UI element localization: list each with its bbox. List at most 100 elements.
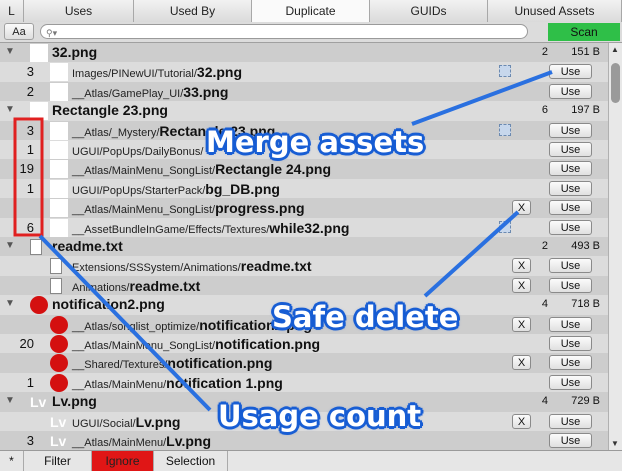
- group-name: readme.txt: [52, 238, 123, 254]
- duplicate-item-row[interactable]: __Shared/Textures/notification.png X Use: [0, 353, 608, 374]
- scrollbar-thumb[interactable]: [611, 63, 620, 103]
- duplicate-item-row[interactable]: 1 UGUI/PopUps/StarterPack/bg_DB.png Use: [0, 178, 608, 199]
- duplicate-item-row[interactable]: 1 __Atlas/MainMenu/notification 1.png Use: [0, 372, 608, 393]
- delete-button[interactable]: X: [512, 413, 531, 429]
- asset-path[interactable]: UGUI/PopUps/StarterPack/bg_DB.png: [72, 181, 280, 197]
- asset-path[interactable]: __Atlas/MainMenu_SongList/Rectangle 24.p…: [72, 161, 331, 177]
- asset-thumbnail-icon: [50, 258, 62, 275]
- duplicate-item-row[interactable]: 2 __Atlas/GamePlay_UI/33.png Use: [0, 81, 608, 102]
- delete-button[interactable]: X: [512, 316, 531, 332]
- asset-file: 33.png: [183, 83, 229, 100]
- usage-count: 6: [26, 219, 34, 235]
- duplicate-item-row[interactable]: 3 Images/PINewUI/Tutorial/32.png Use: [0, 62, 608, 83]
- delete-button[interactable]: X: [512, 200, 531, 216]
- asset-path[interactable]: __Shared/Textures/notification.png: [72, 355, 272, 371]
- select-object-icon[interactable]: [499, 123, 511, 136]
- asset-path[interactable]: UGUI/Social/Lv.png: [72, 414, 180, 430]
- expand-triangle-icon[interactable]: ▼: [5, 104, 15, 115]
- group-size: 197 B: [571, 104, 600, 117]
- use-button[interactable]: Use: [549, 219, 592, 235]
- expand-triangle-icon[interactable]: ▼: [5, 46, 15, 57]
- use-button[interactable]: Use: [549, 413, 592, 429]
- use-button[interactable]: Use: [549, 180, 592, 196]
- use-button[interactable]: Use: [549, 64, 592, 80]
- asset-path[interactable]: Images/PINewUI/Tutorial/32.png: [72, 64, 242, 80]
- asset-thumbnail-icon: [30, 296, 48, 315]
- delete-button[interactable]: X: [512, 355, 531, 371]
- duplicate-item-row[interactable]: 20 __Atlas/MainMenu_SongList/notification…: [0, 334, 608, 354]
- group-count: 2: [541, 46, 548, 58]
- bottom-filter-button[interactable]: Filter: [24, 451, 92, 471]
- duplicate-item-row[interactable]: Extensions/SSSystem/Animations/readme.tx…: [0, 256, 608, 277]
- use-button[interactable]: Use: [549, 122, 592, 138]
- use-button[interactable]: Use: [549, 355, 592, 371]
- asset-folder: __Atlas/GamePlay_UI/: [72, 87, 184, 100]
- asset-folder: Animations/: [72, 281, 130, 294]
- select-object-icon[interactable]: [499, 220, 511, 233]
- tab-used-by[interactable]: Used By: [134, 0, 252, 22]
- tab-duplicate[interactable]: Duplicate: [252, 0, 370, 22]
- asset-thumbnail-icon: [30, 239, 42, 255]
- asset-thumbnail-icon: [50, 82, 68, 101]
- scroll-down-icon[interactable]: ▼: [611, 439, 619, 448]
- search-input[interactable]: ⚲▾: [40, 24, 528, 39]
- asset-file: notification.png: [215, 336, 321, 352]
- asset-thumbnail-icon: [50, 141, 68, 159]
- asset-thumbnail-icon: [50, 121, 68, 140]
- asset-path[interactable]: __AssetBundleInGame/Effects/Textures/whi…: [72, 220, 349, 236]
- duplicate-item-row[interactable]: 19 __Atlas/MainMenu_SongList/Rectangle 24…: [0, 159, 608, 180]
- asset-path[interactable]: __Atlas/MainMenu_SongList/notification.p…: [72, 336, 320, 352]
- use-button[interactable]: Use: [549, 258, 592, 274]
- scan-button[interactable]: Scan: [548, 23, 620, 41]
- use-button[interactable]: Use: [549, 161, 592, 177]
- duplicate-item-row[interactable]: 3 Lv __Atlas/MainMenu/Lv.png Use: [0, 431, 608, 450]
- asset-path[interactable]: Extensions/SSSystem/Animations/readme.tx…: [72, 258, 312, 274]
- expand-triangle-icon[interactable]: ▼: [5, 298, 15, 309]
- usage-count: 1: [26, 374, 34, 390]
- bottom-all-button[interactable]: *: [0, 451, 24, 471]
- use-button[interactable]: Use: [549, 374, 592, 390]
- tab-l[interactable]: L: [0, 0, 24, 22]
- bottom-ignore-button[interactable]: Ignore: [92, 451, 154, 471]
- tab-guids[interactable]: GUIDs: [370, 0, 488, 22]
- duplicate-item-row[interactable]: 6 __AssetBundleInGame/Effects/Textures/wh…: [0, 217, 608, 238]
- use-button[interactable]: Use: [549, 83, 592, 99]
- delete-button[interactable]: X: [512, 277, 531, 293]
- asset-path[interactable]: __Atlas/MainMenu/Lv.png: [72, 433, 211, 449]
- use-button[interactable]: Use: [549, 316, 592, 332]
- expand-triangle-icon[interactable]: ▼: [5, 240, 15, 251]
- asset-path[interactable]: Animations/readme.txt: [72, 278, 200, 294]
- expand-triangle-icon[interactable]: ▼: [5, 395, 15, 406]
- vertical-scrollbar[interactable]: ▲ ▼: [608, 43, 622, 450]
- asset-path[interactable]: __Atlas/MainMenu/notification 1.png: [72, 375, 283, 391]
- tab-bar: L Uses Used By Duplicate GUIDs Unused Assets: [0, 0, 622, 23]
- delete-button[interactable]: X: [512, 258, 531, 274]
- asset-file: notification 1.png: [166, 374, 283, 391]
- use-button[interactable]: Use: [549, 277, 592, 293]
- bottom-bar: * Filter Ignore Selection: [0, 450, 622, 471]
- use-button[interactable]: Use: [549, 200, 592, 216]
- asset-folder: UGUI/PopUps/DailyBonus/: [72, 146, 204, 158]
- duplicate-group-row[interactable]: ▼ 32.png 2 151 B: [0, 43, 608, 63]
- asset-thumbnail-icon: [50, 315, 68, 334]
- asset-path[interactable]: __Atlas/GamePlay_UI/33.png: [72, 84, 228, 100]
- scroll-up-icon[interactable]: ▲: [611, 45, 619, 54]
- select-object-icon[interactable]: [499, 65, 511, 78]
- use-button[interactable]: Use: [549, 336, 592, 351]
- tab-unused-assets[interactable]: Unused Assets: [488, 0, 622, 22]
- duplicate-item-row[interactable]: __Atlas/MainMenu_SongList/progress.png X U…: [0, 198, 608, 219]
- duplicate-group-row[interactable]: ▼ readme.txt 2 493 B: [0, 237, 608, 257]
- match-case-button[interactable]: Aa: [4, 23, 34, 40]
- asset-path[interactable]: __Atlas/MainMenu_SongList/progress.png: [72, 200, 305, 216]
- asset-file: notification.png: [167, 355, 273, 372]
- use-button[interactable]: Use: [549, 433, 592, 448]
- asset-thumbnail-icon: [50, 335, 68, 353]
- tab-uses[interactable]: Uses: [24, 0, 134, 22]
- asset-thumbnail-icon: [50, 354, 68, 373]
- asset-path[interactable]: UGUI/PopUps/DailyBonus/: [72, 142, 203, 158]
- duplicate-group-row[interactable]: ▼ Rectangle 23.png 6 197 B: [0, 101, 608, 122]
- duplicate-list: ▼ 32.png 2 151 B 3 Images/PINewUI/Tutorial/32…: [0, 43, 608, 450]
- use-button[interactable]: Use: [549, 142, 592, 157]
- bottom-selection-button[interactable]: Selection: [154, 451, 228, 471]
- duplicate-item-row[interactable]: Animations/readme.txt X Use: [0, 275, 608, 296]
